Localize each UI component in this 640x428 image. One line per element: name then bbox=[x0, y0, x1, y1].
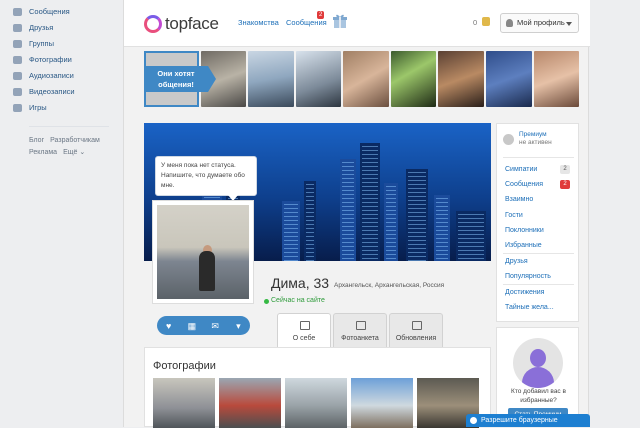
footer-link-developers[interactable]: Разработчикам bbox=[50, 137, 100, 144]
nav-messages[interactable]: Сообщения bbox=[286, 18, 327, 27]
status-bubble[interactable]: У меня пока нет статуса. Напишите, что д… bbox=[155, 156, 257, 201]
photos-row bbox=[153, 378, 479, 428]
side-link-popularity[interactable]: Популярность bbox=[505, 273, 551, 280]
vk-item-messages[interactable]: Сообщения bbox=[13, 5, 70, 19]
vk-item-video[interactable]: Видеозаписи bbox=[13, 85, 75, 99]
footer-link-ads[interactable]: Реклама bbox=[29, 149, 57, 156]
heart-icon[interactable]: ♥ bbox=[164, 321, 174, 331]
side-link-fans[interactable]: Поклонники bbox=[505, 227, 544, 234]
vk-item-friends[interactable]: Друзья bbox=[13, 21, 53, 35]
user-menu-icon[interactable]: ▾ bbox=[233, 321, 243, 331]
vk-item-photos[interactable]: Фотографии bbox=[13, 53, 72, 67]
photo-thumb[interactable] bbox=[351, 378, 413, 428]
browser-notification-prompt[interactable]: Разрешите браузерные bbox=[466, 414, 590, 427]
topface-app: topface Знакомства Сообщения 2 0 Мой про… bbox=[123, 0, 590, 428]
sidebar-divider bbox=[29, 126, 109, 127]
want-chat-card[interactable]: Они хотят общения! bbox=[144, 51, 216, 107]
photos-icon bbox=[13, 56, 22, 64]
premium-icon bbox=[503, 134, 514, 145]
profile-action-bar: ♥ ▦ ✉ ▾ bbox=[157, 316, 250, 335]
vk-footer-row-1: Блог Разработчикам bbox=[29, 137, 106, 144]
photo-thumb[interactable] bbox=[285, 378, 347, 428]
want-chat-label: Они хотят общения! bbox=[144, 66, 216, 92]
messages-badge: 2 bbox=[317, 11, 325, 19]
profile-tabs: О себе Фотоанкета Обновления bbox=[277, 313, 443, 347]
likes-badge: 2 bbox=[560, 165, 570, 174]
side-link-achievements[interactable]: Достижения bbox=[505, 289, 544, 296]
online-status: Сейчас на сайте bbox=[264, 297, 325, 304]
vk-footer-row-2: Реклама Ещё ⌄ bbox=[29, 148, 91, 156]
nav-dating[interactable]: Знакомства bbox=[238, 18, 279, 27]
user-photo-thumb[interactable] bbox=[248, 51, 294, 107]
tab-photo-profile[interactable]: Фотоанкета bbox=[333, 313, 387, 347]
anonymous-user-icon bbox=[513, 338, 563, 388]
want-chat-strip: Они хотят общения! bbox=[144, 51, 580, 107]
vk-item-groups[interactable]: Группы bbox=[13, 37, 54, 51]
messages-icon bbox=[13, 8, 22, 16]
vk-item-audio[interactable]: Аудиозаписи bbox=[13, 69, 74, 83]
coin-icon[interactable] bbox=[482, 17, 490, 26]
tab-updates[interactable]: Обновления bbox=[389, 313, 443, 347]
side-link-messages[interactable]: Сообщения bbox=[505, 181, 543, 188]
user-photo-thumb[interactable] bbox=[343, 51, 389, 107]
favorites-promo: Кто добавил вас в избранные? Стать Преми… bbox=[496, 327, 579, 427]
side-link-favorites[interactable]: Избранные bbox=[505, 242, 542, 249]
user-photo-thumb[interactable] bbox=[485, 51, 532, 107]
user-photo-thumb[interactable] bbox=[295, 51, 342, 107]
top-bar: topface Знакомства Сообщения 2 0 Мой про… bbox=[124, 0, 590, 47]
side-link-likes[interactable]: Симпатии bbox=[505, 166, 537, 173]
topface-logo[interactable]: topface bbox=[144, 13, 219, 35]
photos-panel: Фотографии bbox=[144, 347, 491, 428]
video-icon bbox=[13, 88, 22, 96]
premium-status[interactable]: Премиум не активен bbox=[503, 131, 575, 155]
audio-icon bbox=[13, 72, 22, 80]
side-menu: Премиум не активен Симпатии 2 Сообщения … bbox=[496, 123, 579, 322]
messages-side-badge: 2 bbox=[560, 180, 570, 189]
photos-title: Фотографии bbox=[153, 360, 216, 372]
gift-action-icon[interactable]: ▦ bbox=[187, 321, 197, 331]
side-link-guests[interactable]: Гости bbox=[505, 212, 523, 219]
user-photo-thumb[interactable] bbox=[533, 51, 580, 107]
tab-about[interactable]: О себе bbox=[277, 313, 331, 347]
groups-icon bbox=[13, 40, 22, 48]
vk-sidebar: Сообщения Друзья Группы Фотографии Аудио… bbox=[0, 0, 122, 427]
chat-icon[interactable]: ✉ bbox=[210, 321, 220, 331]
favorites-question: Кто добавил вас в избранные? bbox=[511, 388, 566, 404]
games-icon bbox=[13, 104, 22, 112]
friends-icon bbox=[13, 24, 22, 32]
coins-count: 0 bbox=[473, 18, 478, 27]
profile-avatar[interactable] bbox=[152, 200, 254, 304]
document-icon bbox=[300, 321, 310, 330]
logo-icon bbox=[144, 15, 162, 33]
footer-link-blog[interactable]: Блог bbox=[29, 137, 44, 144]
user-icon bbox=[506, 19, 513, 27]
vk-item-games[interactable]: Игры bbox=[13, 101, 47, 115]
side-link-friends[interactable]: Друзья bbox=[505, 258, 528, 265]
chevron-down-icon bbox=[566, 22, 572, 26]
user-photo-thumb[interactable] bbox=[438, 51, 484, 107]
my-profile-button[interactable]: Мой профиль bbox=[500, 13, 579, 33]
profile-name-age: Дима, 33 bbox=[271, 275, 330, 291]
side-link-secret-wishes[interactable]: Тайные жела... bbox=[505, 304, 554, 311]
image-icon bbox=[356, 321, 366, 330]
side-link-mutual[interactable]: Взаимно bbox=[505, 196, 533, 203]
photo-thumb[interactable] bbox=[153, 378, 215, 428]
info-icon bbox=[470, 417, 477, 424]
gift-icon[interactable] bbox=[333, 13, 347, 29]
calendar-icon bbox=[412, 321, 422, 330]
profile-location: Архангельск, Архангельская, Россия bbox=[334, 282, 445, 289]
photo-thumb[interactable] bbox=[219, 378, 281, 428]
footer-link-more[interactable]: Ещё ⌄ bbox=[63, 149, 85, 156]
user-photo-thumb[interactable] bbox=[390, 51, 437, 107]
online-dot-icon bbox=[264, 299, 269, 304]
